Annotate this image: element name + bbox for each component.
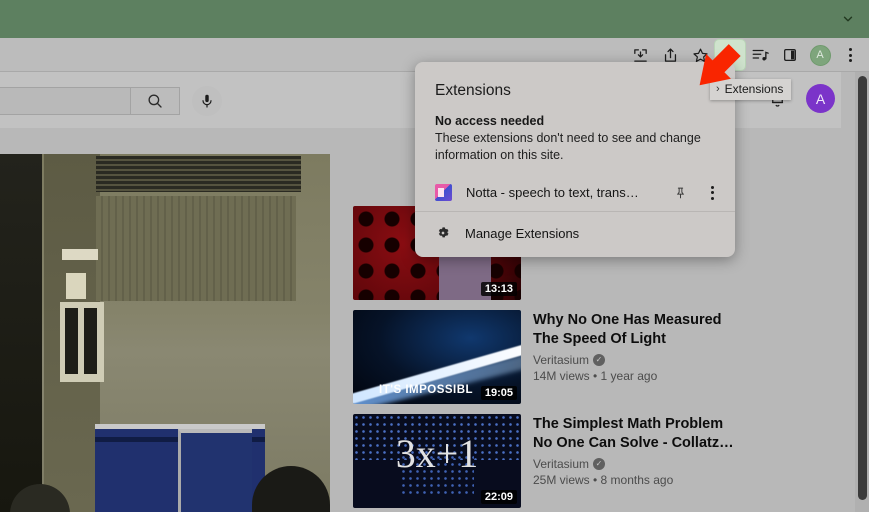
player-frame-vent-2	[218, 156, 294, 192]
avatar[interactable]: A	[806, 84, 835, 113]
browser-tab-strip	[0, 0, 869, 38]
popup-title: Extensions	[435, 82, 511, 99]
player-frame-road-case-2	[178, 429, 252, 512]
pin-icon[interactable]	[671, 186, 689, 200]
page-scrollbar-thumb[interactable]	[858, 76, 867, 500]
extensions-popup: Extensions No access needed These extens…	[415, 62, 735, 257]
video-duration: 22:09	[480, 490, 517, 504]
youtube-search-group	[0, 86, 222, 116]
gear-icon	[435, 225, 451, 241]
video-meta: The Simplest Math Problem No One Can Sol…	[533, 414, 743, 508]
popup-section-body: These extensions don't need to see and c…	[435, 131, 701, 162]
video-channel[interactable]: Veritasium ✓	[533, 353, 743, 367]
manage-extensions-button[interactable]: Manage Extensions	[415, 212, 735, 257]
player-frame-sign	[62, 249, 98, 260]
manage-extensions-label: Manage Extensions	[465, 225, 580, 241]
player-frame-note	[66, 273, 86, 299]
video-stats: 14M views • 1 year ago	[533, 369, 658, 383]
microphone-icon[interactable]	[192, 86, 222, 116]
search-icon[interactable]	[130, 87, 180, 115]
player-frame-switchbox	[60, 302, 104, 382]
video-thumbnail[interactable]: IT'S IMPOSSIBL 19:05	[353, 310, 521, 404]
kebab-dots	[710, 185, 714, 200]
extension-list-item[interactable]: Notta - speech to text, trans…	[415, 174, 735, 211]
video-thumbnail[interactable]: 3x+1 22:09	[353, 414, 521, 508]
video-stats: 25M views • 8 months ago	[533, 473, 674, 487]
page-right-gutter	[841, 72, 855, 512]
tooltip-label: Extensions	[724, 82, 784, 96]
player-frame-stack	[0, 154, 42, 512]
verified-badge-icon: ✓	[593, 354, 606, 366]
chevron-right-icon: ›	[716, 83, 720, 95]
screenshot-root: A A 13:13 IT'S IMPOSSIBL 19:05 Why No On…	[0, 0, 869, 512]
video-title[interactable]: Why No One Has Measured The Speed Of Lig…	[533, 311, 743, 349]
profile-avatar[interactable]: A	[805, 40, 835, 70]
video-channel-name: Veritasium	[533, 353, 590, 367]
video-player[interactable]	[0, 154, 330, 512]
thumbnail-caption: IT'S IMPOSSIBL	[379, 384, 474, 396]
extension-name: Notta - speech to text, trans…	[466, 185, 639, 200]
player-frame-panel	[96, 196, 296, 301]
video-channel-name: Veritasium	[533, 457, 590, 471]
popup-section-heading: No access needed	[435, 114, 545, 128]
thumbnail-caption: 3x+1	[395, 431, 479, 476]
more-options-icon[interactable]	[703, 185, 721, 200]
video-duration: 19:05	[480, 386, 517, 400]
video-duration: 13:13	[480, 282, 517, 296]
video-meta: Why No One Has Measured The Speed Of Lig…	[533, 310, 743, 404]
search-input[interactable]	[0, 87, 130, 115]
video-title[interactable]: The Simplest Math Problem No One Can Sol…	[533, 415, 743, 453]
media-playlist-icon[interactable]	[745, 40, 775, 70]
list-item[interactable]: IT'S IMPOSSIBL 19:05 Why No One Has Meas…	[353, 310, 823, 404]
list-item[interactable]: 3x+1 22:09 The Simplest Math Problem No …	[353, 414, 823, 508]
video-channel[interactable]: Veritasium ✓	[533, 457, 743, 471]
chevron-down-icon[interactable]	[837, 8, 859, 30]
profile-avatar-initial: A	[809, 44, 831, 66]
chrome-menu-icon[interactable]	[835, 40, 865, 70]
kebab-dots	[848, 48, 852, 62]
side-panel-icon[interactable]	[775, 40, 805, 70]
extensions-tooltip: › Extensions	[710, 79, 792, 100]
notta-extension-icon	[435, 184, 452, 201]
verified-badge-icon: ✓	[593, 458, 606, 470]
